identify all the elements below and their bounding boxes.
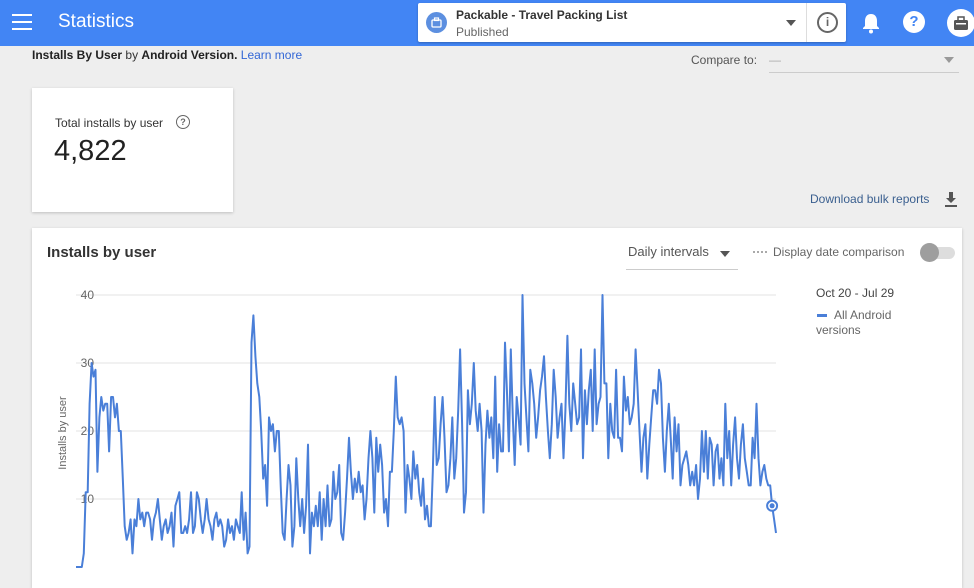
compare-underline	[769, 72, 959, 73]
chevron-down-icon[interactable]	[944, 57, 954, 63]
by-text: by	[125, 48, 139, 62]
line-chart: 10203040Installs by user	[57, 288, 779, 568]
kpi-label: Total installs by user	[55, 116, 164, 130]
download-bulk-reports-link[interactable]: Download bulk reports	[810, 192, 929, 206]
chevron-down-icon[interactable]	[786, 20, 796, 26]
help-circle-icon[interactable]: ?	[176, 115, 190, 129]
page-title: Statistics	[58, 11, 135, 32]
y-tick-label: 20	[81, 424, 95, 438]
metric-name: Installs By User	[32, 48, 123, 62]
y-tick-label: 40	[81, 288, 95, 302]
compare-label: Compare to:	[691, 53, 758, 67]
report-subtitle: Installs By User by Android Version. Lea…	[32, 48, 302, 62]
dimension-name: Android Version.	[141, 48, 238, 62]
help-icon[interactable]: ?	[903, 11, 925, 33]
y-axis-label: Installs by user	[57, 396, 69, 470]
top-app-bar: Statistics Packable - Travel Packing Lis…	[0, 0, 974, 46]
learn-more-link[interactable]: Learn more	[241, 48, 302, 62]
total-installs-card: Total installs by user ? 4,822	[32, 88, 233, 212]
divider	[806, 3, 807, 42]
avatar[interactable]	[947, 9, 974, 37]
bell-icon[interactable]	[861, 12, 881, 34]
kpi-value: 4,822	[54, 135, 127, 167]
y-tick-label: 10	[81, 492, 95, 506]
app-name: Packable - Travel Packing List	[456, 8, 628, 22]
app-icon	[426, 12, 447, 33]
info-icon[interactable]: i	[817, 12, 838, 33]
legend-series-label: All Android versions	[816, 308, 892, 337]
download-icon[interactable]	[943, 191, 959, 208]
data-point-marker-dot	[769, 503, 775, 509]
installs-chart-card: Installs by user Daily intervals Display…	[32, 228, 962, 588]
menu-icon[interactable]	[12, 14, 32, 30]
app-selector[interactable]: Packable - Travel Packing List Published…	[418, 3, 846, 42]
legend-date-range: Oct 20 - Jul 29	[816, 286, 895, 300]
app-status: Published	[456, 25, 509, 39]
compare-select[interactable]: —	[769, 53, 781, 67]
